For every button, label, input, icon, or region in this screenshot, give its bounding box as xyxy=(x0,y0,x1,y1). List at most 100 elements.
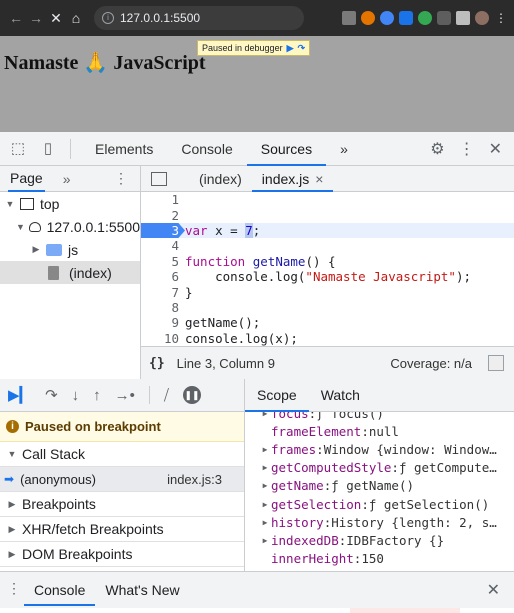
tab-console[interactable]: Console xyxy=(167,132,246,166)
scope-entry[interactable]: ▶ indexedDB: IDBFactory {} xyxy=(245,531,514,549)
address-bar[interactable]: i 127.0.0.1:5500 xyxy=(94,6,304,30)
tree-item-top[interactable]: ▼ top xyxy=(0,192,140,215)
current-frame-icon: ➡ xyxy=(4,472,15,486)
coverage-icon[interactable] xyxy=(488,355,504,371)
code-lines[interactable]: 1 2 3 var x = 7; 4 5 function getName() { … xyxy=(141,192,514,346)
collapsed-icon[interactable]: ▶ xyxy=(259,412,271,418)
section-breakpoints[interactable]: ▶ Breakpoints xyxy=(0,492,244,517)
editor-tab-index[interactable]: (index) xyxy=(189,166,252,192)
scope-entry[interactable]: ▶ getComputedStyle: ƒ getCompute… xyxy=(245,459,514,477)
info-icon[interactable]: i xyxy=(102,12,114,24)
scope-entry[interactable]: ▶ frames: Window {window: Window… xyxy=(245,440,514,458)
drawer-tab-console[interactable]: Console xyxy=(24,580,96,606)
step-into-icon[interactable]: ↓ xyxy=(72,387,80,404)
avatar[interactable] xyxy=(475,11,489,25)
tab-page[interactable]: Page xyxy=(8,166,45,192)
step-icon[interactable]: →• xyxy=(115,387,135,404)
tab-scope[interactable]: Scope xyxy=(245,379,309,412)
menu-dots-icon[interactable]: ⋮ xyxy=(114,170,128,187)
device-toolbar-icon[interactable]: ▯ xyxy=(36,139,60,159)
scope-entry[interactable]: ▶ focus: ƒ focus() xyxy=(245,412,514,422)
collapsed-icon[interactable]: ▶ xyxy=(259,500,271,509)
toggle-navigator-icon[interactable] xyxy=(151,171,167,186)
line-number[interactable]: 10 xyxy=(141,331,185,346)
code-line: 6 console.log("Namaste Javascript"); xyxy=(141,269,514,284)
more-tabs-button[interactable]: » xyxy=(63,171,71,187)
extension-icon[interactable] xyxy=(361,11,375,25)
frame-location[interactable]: index.js:3 xyxy=(167,472,222,487)
scope-entry[interactable]: ▶ getName: ƒ getName() xyxy=(245,477,514,495)
scope-entry[interactable]: innerHeight: 150 xyxy=(245,550,514,568)
code-editor: (index) index.js × 1 2 3 var x = 7; 4 5 fun… xyxy=(141,166,514,346)
tree-item-js-folder[interactable]: ▶ js xyxy=(0,238,140,261)
section-xhr-breakpoints[interactable]: ▶ XHR/fetch Breakpoints xyxy=(0,517,244,542)
extension-icon[interactable] xyxy=(342,11,356,25)
section-dom-breakpoints[interactable]: ▶ DOM Breakpoints xyxy=(0,542,244,567)
drawer-tabbar: ⋮ Console What's New ✕ xyxy=(0,571,514,613)
scope-entry[interactable]: frameElement: null xyxy=(245,422,514,440)
line-number[interactable]: 4 xyxy=(141,238,185,253)
pretty-print-button[interactable]: {} xyxy=(149,356,165,371)
extension-icon[interactable] xyxy=(380,11,394,25)
paused-message: Paused on breakpoint xyxy=(25,419,161,434)
forward-icon[interactable]: → xyxy=(26,10,46,26)
collapsed-icon[interactable]: ▶ xyxy=(6,549,18,560)
collapsed-icon[interactable]: ▶ xyxy=(259,481,271,490)
line-number[interactable]: 5 xyxy=(141,254,185,269)
menu-dots-icon[interactable]: ⋮ xyxy=(459,139,475,159)
stop-icon[interactable]: ✕ xyxy=(46,10,66,27)
tree-item-origin[interactable]: ▼ 127.0.0.1:5500 xyxy=(0,215,140,238)
deactivate-breakpoints-icon[interactable]: ⧸ xyxy=(164,387,169,404)
extension-icon[interactable] xyxy=(418,11,432,25)
collapsed-icon[interactable]: ▶ xyxy=(30,244,42,255)
line-number[interactable]: 8 xyxy=(141,300,185,315)
home-icon[interactable]: ⌂ xyxy=(66,10,86,26)
step-out-icon[interactable]: ↑ xyxy=(93,387,101,404)
resume-icon[interactable]: ▶▎ xyxy=(8,386,31,404)
line-number[interactable]: 7 xyxy=(141,285,185,300)
line-number[interactable]: 1 xyxy=(141,192,185,207)
close-icon[interactable]: × xyxy=(315,171,323,187)
collapsed-icon[interactable]: ▶ xyxy=(259,536,271,545)
resume-icon[interactable]: ▶ xyxy=(287,43,294,54)
tree-item-index[interactable]: (index) xyxy=(0,261,140,284)
extension-icon[interactable] xyxy=(437,11,451,25)
expanded-icon[interactable]: ▼ xyxy=(4,199,16,209)
line-number[interactable]: 6 xyxy=(141,269,185,284)
expanded-icon[interactable]: ▼ xyxy=(16,222,25,232)
section-call-stack[interactable]: ▼ Call Stack xyxy=(0,442,244,467)
puzzle-icon[interactable] xyxy=(456,11,470,25)
inspect-element-icon[interactable]: ⬚ xyxy=(6,139,30,159)
extension-icon[interactable] xyxy=(399,11,413,25)
close-icon[interactable]: ✕ xyxy=(489,139,502,159)
line-number[interactable]: 2 xyxy=(141,208,185,223)
step-over-icon[interactable]: ↷ xyxy=(45,386,58,404)
menu-dots-icon[interactable]: ⋮ xyxy=(494,11,508,25)
scope-panel: Scope Watch ▶ focus: ƒ focus() frameEleme… xyxy=(245,379,514,571)
collapsed-icon[interactable]: ▶ xyxy=(6,499,18,510)
line-number[interactable]: 9 xyxy=(141,315,185,330)
menu-dots-icon[interactable]: ⋮ xyxy=(4,580,24,597)
collapsed-icon[interactable]: ▶ xyxy=(259,445,271,454)
call-frame[interactable]: ➡ (anonymous) index.js:3 xyxy=(0,467,244,492)
collapsed-icon[interactable]: ▶ xyxy=(259,518,271,527)
breakpoint-marker[interactable]: 3 xyxy=(141,222,185,238)
tab-sources[interactable]: Sources xyxy=(246,132,327,166)
scope-entry[interactable]: ▶ getSelection: ƒ getSelection() xyxy=(245,495,514,513)
tab-watch[interactable]: Watch xyxy=(309,379,372,412)
scope-entry[interactable]: ▶ history: History {length: 2, s… xyxy=(245,513,514,531)
close-icon[interactable]: ✕ xyxy=(487,580,500,600)
step-over-icon[interactable]: ↷ xyxy=(298,43,306,54)
collapsed-icon[interactable]: ▶ xyxy=(259,463,271,472)
drawer-tab-whats-new[interactable]: What's New xyxy=(95,580,189,606)
pause-on-exceptions-icon[interactable]: ❚❚ xyxy=(183,386,202,404)
editor-tab-indexjs[interactable]: index.js × xyxy=(251,166,334,192)
back-icon[interactable]: ← xyxy=(6,10,26,26)
debugger-toolbar: ▶▎ ↷ ↓ ↑ →• ⧸ ❚❚ xyxy=(0,379,244,412)
debugger-sidebar: ▶▎ ↷ ↓ ↑ →• ⧸ ❚❚ i Paused on breakpoint … xyxy=(0,379,245,571)
gear-icon[interactable]: ⚙ xyxy=(430,139,444,159)
collapsed-icon[interactable]: ▶ xyxy=(6,524,18,535)
more-tabs-button[interactable]: » xyxy=(326,132,362,166)
expanded-icon[interactable]: ▼ xyxy=(6,449,18,459)
tab-elements[interactable]: Elements xyxy=(81,132,167,166)
